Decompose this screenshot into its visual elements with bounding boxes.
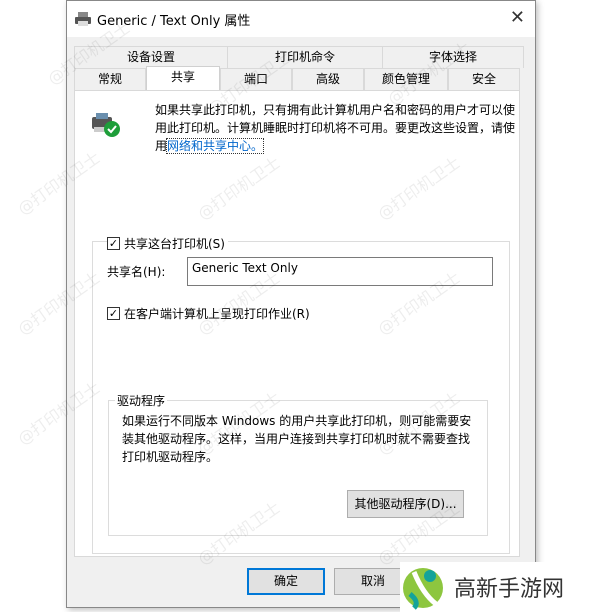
checkbox-checked[interactable]: ✓: [107, 237, 120, 250]
tab-device-settings[interactable]: 设备设置: [74, 46, 228, 68]
tab-font-selection[interactable]: 字体选择: [382, 46, 524, 68]
tab-security[interactable]: 安全: [448, 68, 520, 90]
network-sharing-center-link[interactable]: 网络和共享中心。: [166, 138, 265, 154]
tab-sharing[interactable]: 共享: [146, 66, 220, 90]
site-logo: 高新手游网: [400, 562, 600, 612]
sharing-info-text: 如果共享此打印机，只有拥有此计算机用户名和密码的用户才可以使用此打印机。计算机睡…: [155, 101, 515, 155]
share-printer-checkbox[interactable]: ✓ 共享这台打印机(S): [107, 235, 228, 252]
additional-drivers-button[interactable]: 其他驱动程序(D)...: [347, 490, 464, 518]
render-print-jobs-checkbox[interactable]: ✓ 在客户端计算机上呈现打印作业(R): [107, 305, 310, 322]
share-printer-label: 共享这台打印机(S): [124, 237, 225, 251]
logo-icon: [403, 568, 443, 610]
ok-button[interactable]: 确定: [247, 568, 325, 595]
printer-properties-dialog: Generic / Text Only 属性 ✕ 设备设置 打印机命令 字体选择…: [66, 0, 536, 608]
share-name-input[interactable]: Generic Text Only: [187, 257, 493, 286]
tab-printer-commands[interactable]: 打印机命令: [227, 46, 383, 68]
logo-text: 高新手游网: [454, 577, 565, 602]
tab-color-management[interactable]: 颜色管理: [364, 68, 448, 90]
tab-general[interactable]: 常规: [74, 68, 146, 90]
close-icon[interactable]: ✕: [510, 9, 525, 27]
render-print-jobs-label: 在客户端计算机上呈现打印作业(R): [124, 307, 310, 321]
shared-printer-icon: [90, 113, 122, 142]
title-bar: Generic / Text Only 属性 ✕: [67, 1, 535, 37]
driver-info-text: 如果运行不同版本 Windows 的用户共享此打印机，则可能需要安装其他驱动程序…: [122, 414, 472, 464]
printer-icon: [75, 12, 91, 26]
sharing-panel: 如果共享此打印机，只有拥有此计算机用户名和密码的用户才可以使用此打印机。计算机睡…: [74, 90, 520, 557]
driver-group-label: 驱动程序: [115, 392, 168, 409]
share-name-label: 共享名(H):: [107, 265, 166, 279]
window-title: Generic / Text Only 属性: [97, 13, 251, 29]
checkbox-checked[interactable]: ✓: [107, 307, 120, 320]
tab-advanced[interactable]: 高级: [292, 68, 364, 90]
tab-ports[interactable]: 端口: [220, 68, 292, 90]
